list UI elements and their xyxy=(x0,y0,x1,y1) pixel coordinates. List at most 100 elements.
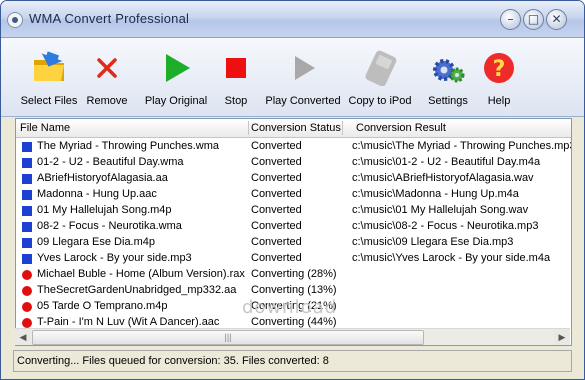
column-divider[interactable] xyxy=(342,121,343,135)
status-cell: Converting (13%) xyxy=(251,284,337,296)
column-divider[interactable] xyxy=(248,121,249,135)
result-cell: c:\music\01 My Hallelujah Song.wav xyxy=(352,204,529,216)
minimize-button[interactable]: – xyxy=(500,9,521,30)
app-icon[interactable] xyxy=(7,12,23,28)
file-name-cell: TheSecretGardenUnabridged_mp332.aa xyxy=(37,284,237,296)
result-cell: c:\music\Madonna - Hung Up.m4a xyxy=(352,188,519,200)
table-row[interactable]: 01-2 - U2 - Beautiful Day.wma Converted c:… xyxy=(16,154,571,170)
table-row[interactable]: TheSecretGardenUnabridged_mp332.aa Conver… xyxy=(16,282,571,298)
table-row[interactable]: 09 Llegara Ese Dia.m4p Converted c:\music\… xyxy=(16,234,571,250)
converted-marker-icon xyxy=(22,222,32,232)
result-cell: c:\music\09 Llegara Ese Dia.mp3 xyxy=(352,236,514,248)
settings-button[interactable]: Settings xyxy=(423,44,473,110)
ipod-icon xyxy=(365,50,397,86)
status-cell: Converted xyxy=(251,188,302,200)
converted-marker-icon xyxy=(22,174,32,184)
converted-marker-icon xyxy=(22,238,32,248)
maximize-icon: □ xyxy=(527,12,540,26)
horizontal-scrollbar[interactable]: ◀ ||| ▶ xyxy=(15,328,570,345)
converted-marker-icon xyxy=(22,190,32,200)
file-name-cell: 01 My Hallelujah Song.m4p xyxy=(37,204,172,216)
file-name-cell: Madonna - Hung Up.aac xyxy=(37,188,157,200)
gears-icon xyxy=(433,59,465,83)
close-icon: ✕ xyxy=(551,12,562,26)
select-files-button[interactable]: Select Files xyxy=(19,44,79,110)
status-cell: Converting (28%) xyxy=(251,268,337,280)
green-play-icon xyxy=(166,54,190,82)
status-cell: Converted xyxy=(251,204,302,216)
column-header-conversion-status[interactable]: Conversion Status xyxy=(251,122,341,134)
copy-to-ipod-label: Copy to iPod xyxy=(348,95,412,107)
status-cell: Converted xyxy=(251,140,302,152)
converted-marker-icon xyxy=(22,254,32,264)
stop-label: Stop xyxy=(224,95,248,107)
window-title: WMA Convert Professional xyxy=(29,11,190,26)
file-name-cell: The Myriad - Throwing Punches.wma xyxy=(37,140,219,152)
table-row[interactable]: The Myriad - Throwing Punches.wma Convert… xyxy=(16,138,571,154)
column-header-conversion-result[interactable]: Conversion Result xyxy=(356,122,446,134)
table-row[interactable]: 08-2 - Focus - Neurotika.wma Converted c:\… xyxy=(16,218,571,234)
file-list[interactable]: File Name Conversion Status Conversion R… xyxy=(15,118,572,346)
file-list-header: File Name Conversion Status Conversion R… xyxy=(16,119,571,138)
status-cell: Converted xyxy=(251,172,302,184)
play-converted-label: Play Converted xyxy=(265,95,341,107)
help-icon: ? xyxy=(484,53,514,83)
converted-marker-icon xyxy=(22,158,32,168)
file-name-cell: 08-2 - Focus - Neurotika.wma xyxy=(37,220,182,232)
status-cell: Converted xyxy=(251,220,302,232)
minimize-icon: – xyxy=(507,12,514,26)
gray-play-icon xyxy=(295,56,315,80)
table-row[interactable]: Madonna - Hung Up.aac Converted c:\music\M… xyxy=(16,186,571,202)
svg-text:?: ? xyxy=(493,57,506,82)
play-converted-button[interactable]: Play Converted xyxy=(263,44,343,110)
file-name-cell: Michael Buble - Home (Album Version).rax xyxy=(37,268,245,280)
scroll-left-arrow[interactable]: ◀ xyxy=(15,329,31,345)
table-row[interactable]: ABriefHistoryofAlagasia.aa Converted c:\mu… xyxy=(16,170,571,186)
red-stop-icon xyxy=(226,58,246,78)
remove-button[interactable]: Remove xyxy=(83,44,131,110)
converting-marker-icon xyxy=(22,270,32,280)
result-cell: c:\music\Yves Larock - By your side.m4a xyxy=(352,252,551,264)
stop-button[interactable]: Stop xyxy=(217,44,255,110)
scroll-thumb[interactable]: ||| xyxy=(32,330,424,345)
folder-icon xyxy=(34,51,64,81)
title-bar[interactable]: WMA Convert Professional – □ ✕ xyxy=(1,1,584,38)
copy-to-ipod-button[interactable]: Copy to iPod xyxy=(347,44,413,110)
result-cell: c:\music\ABriefHistoryofAlagasia.wav xyxy=(352,172,534,184)
converting-marker-icon xyxy=(22,318,32,328)
status-cell: Converted xyxy=(251,156,302,168)
file-name-cell: 09 Llegara Ese Dia.m4p xyxy=(37,236,156,248)
maximize-button[interactable]: □ xyxy=(523,9,544,30)
status-cell: Converted xyxy=(251,252,302,264)
watermark: download xyxy=(242,297,338,318)
help-label: Help xyxy=(487,95,511,107)
app-window: WMA Convert Professional – □ ✕ Select Fi… xyxy=(0,0,585,380)
select-files-label: Select Files xyxy=(20,95,78,107)
play-original-button[interactable]: Play Original xyxy=(141,44,211,110)
status-cell: Converted xyxy=(251,236,302,248)
result-cell: c:\music\08-2 - Focus - Neurotika.mp3 xyxy=(352,220,539,232)
remove-label: Remove xyxy=(86,95,128,107)
help-button[interactable]: ? Help xyxy=(479,44,519,110)
red-x-icon xyxy=(97,58,117,78)
file-name-cell: ABriefHistoryofAlagasia.aa xyxy=(37,172,168,184)
column-header-file-name[interactable]: File Name xyxy=(20,122,70,134)
result-cell: c:\music\01-2 - U2 - Beautiful Day.m4a xyxy=(352,156,541,168)
table-row[interactable]: 01 My Hallelujah Song.m4p Converted c:\mus… xyxy=(16,202,571,218)
result-cell: c:\music\The Myriad - Throwing Punches.m… xyxy=(352,140,572,152)
converted-marker-icon xyxy=(22,142,32,152)
close-button[interactable]: ✕ xyxy=(546,9,567,30)
status-text: Converting... Files queued for conversio… xyxy=(17,355,329,367)
status-bar: Converting... Files queued for conversio… xyxy=(13,350,572,372)
table-row[interactable]: Michael Buble - Home (Album Version).rax… xyxy=(16,266,571,282)
converting-marker-icon xyxy=(22,286,32,296)
settings-label: Settings xyxy=(428,95,468,107)
converting-marker-icon xyxy=(22,302,32,312)
file-name-cell: Yves Larock - By your side.mp3 xyxy=(37,252,192,264)
scroll-right-arrow[interactable]: ▶ xyxy=(554,329,570,345)
table-row[interactable]: Yves Larock - By your side.mp3 Converted c… xyxy=(16,250,571,266)
file-name-cell: 05 Tarde O Temprano.m4p xyxy=(37,300,168,312)
play-original-label: Play Original xyxy=(144,95,208,107)
converted-marker-icon xyxy=(22,206,32,216)
file-name-cell: T-Pain - I'm N Luv (Wit A Dancer).aac xyxy=(37,316,220,328)
